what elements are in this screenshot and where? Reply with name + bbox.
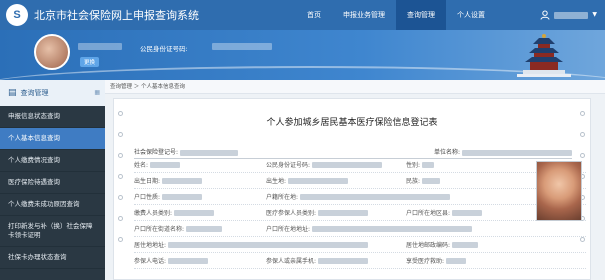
nav-home[interactable]: 首页 [296,0,332,30]
form-fields: 姓名: 公民身份证号码: 性别: 出生日期: 出生地: 民族: 户口性质: 户籍… [134,157,586,269]
sidebar-item-failed-payment-reason[interactable]: 个人缴费未成功原因查询 [0,194,105,216]
punch-hole [118,132,123,137]
sidebar-item-medical-benefits[interactable]: 医疗保险待遇查询 [0,172,105,194]
field-hukou-street: 户口所在街道名称: [134,224,266,233]
form-row: 户口所在街道名称: 户口所在地地址: [134,221,586,237]
form-title: 个人参加城乡居民基本医疗保险信息登记表 [266,118,438,128]
nav-personal-settings[interactable]: 个人设置 [446,0,496,30]
system-title: 北京市社会保险网上申报查询系统 [34,9,199,22]
chevron-down-icon: ▼ [592,11,597,18]
redacted-value [318,209,369,216]
field-medical-aid: 享受医疗救助: [406,256,526,265]
grid-icon[interactable]: ▦ [94,89,100,96]
redacted-value [452,241,479,248]
field-mobile: 参保人或亲属手机: [266,256,406,265]
redacted-value [312,161,383,168]
field-hukou-location: 户籍所在地: [266,192,526,201]
field-birth-date: 出生日期: [134,176,266,185]
field-medical-category: 医疗参保人员类别: [266,208,406,217]
form-row: 姓名: 公民身份证号码: 性别: [134,157,586,173]
sidebar-header: ▤ 查询管理 ▦ [0,80,105,106]
punch-hole [118,237,123,242]
redacted-value [162,193,203,200]
main-nav: 首页 申报业务管理 查询管理 个人设置 [296,0,496,30]
redacted-value [452,209,483,216]
redacted-value [446,257,467,264]
user-icon [540,10,550,20]
document-icon: ▤ [8,88,17,98]
redacted-value [318,257,369,264]
id-photo [536,161,582,221]
form-row: 居住地地址: 居住地邮政编码: [134,237,586,253]
punch-hole [118,195,123,200]
redacted-value [168,241,369,248]
redacted-value [462,149,572,156]
banner-user-name-redacted [78,43,122,50]
redacted-value [180,149,239,156]
field-payer-category: 缴费人员类别: [134,208,266,217]
registration-form: 个人参加城乡居民基本医疗保险信息登记表 社会保险登记号: 单位名称: 姓名: 公… [113,98,591,280]
sidebar-header-label: 查询管理 [20,89,49,97]
nav-query-management[interactable]: 查询管理 [396,0,446,30]
redacted-value [422,177,441,184]
sidebar-item-card-status[interactable]: 社保卡办理状态查询 [0,247,105,269]
id-number-redacted [212,43,272,50]
punch-hole [580,132,585,137]
redacted-value [174,209,215,216]
redacted-value [186,225,223,232]
avatar [34,34,70,70]
top-bar: S 北京市社会保险网上申报查询系统 首页 申报业务管理 查询管理 个人设置 ▼ [0,0,605,30]
field-hukou-district: 户口所在地区县: [406,208,526,217]
sidebar: ▤ 查询管理 ▦ 申报信息状态查询 个人基本信息查询 个人缴费情况查询 医疗保险… [0,80,105,280]
field-hukou-type: 户口性质: [134,192,266,201]
redacted-value [300,193,451,200]
punch-holes-left [118,111,124,242]
field-residence-postcode: 居住地邮政编码: [406,240,526,249]
redacted-value [150,161,181,168]
field-hukou-address: 户口所在地地址: [266,224,526,233]
social-security-logo: S [6,4,28,26]
form-row: 出生日期: 出生地: 民族: [134,173,586,189]
user-menu[interactable]: ▼ [540,0,597,30]
punch-hole [118,153,123,158]
main-content: 查询管理 ＞ 个人基本信息查询 个人参加城乡居民基本医疗保险信息登记表 社会保险… [105,80,605,280]
id-number-label: 公民身份证号码: [140,45,188,53]
field-phone: 参保人电话: [134,256,266,265]
redacted-value [168,257,209,264]
punch-hole [118,216,123,221]
field-id-number: 公民身份证号码: [266,160,406,169]
sidebar-item-payment-status[interactable]: 个人缴费情况查询 [0,150,105,172]
punch-hole [118,174,123,179]
form-row: 户口性质: 户籍所在地: [134,189,586,205]
sidebar-item-print-card-certificate[interactable]: 打印新发与补（换）社会保障卡领卡证明 [0,216,105,247]
user-name-redacted [554,11,589,19]
social-insurance-number: 社会保险登记号: [134,147,239,156]
profile-banner: 公民身份证号码: 更换 [0,30,605,80]
nav-declaration-management[interactable]: 申报业务管理 [332,0,396,30]
form-row: 参保人电话: 参保人或亲属手机: 享受医疗救助: [134,253,586,269]
field-residence-address: 居住地地址: [134,240,406,249]
temple-of-heaven-illustration [517,34,571,77]
redacted-value [162,177,203,184]
breadcrumb: 查询管理 ＞ 个人基本信息查询 [105,80,605,94]
sidebar-item-declaration-status[interactable]: 申报信息状态查询 [0,106,105,128]
field-gender: 性别: [406,160,526,169]
field-birthplace: 出生地: [266,176,406,185]
redacted-value [312,225,473,232]
change-avatar-button[interactable]: 更换 [80,57,100,67]
field-ethnicity: 民族: [406,176,526,185]
field-name: 姓名: [134,160,266,169]
employer-name: 单位名称: [434,147,572,156]
redacted-value [422,161,435,168]
redacted-value [288,177,349,184]
sidebar-item-basic-info[interactable]: 个人基本信息查询 [0,128,105,150]
form-row: 缴费人员类别: 医疗参保人员类别: 户口所在地区县: [134,205,586,221]
